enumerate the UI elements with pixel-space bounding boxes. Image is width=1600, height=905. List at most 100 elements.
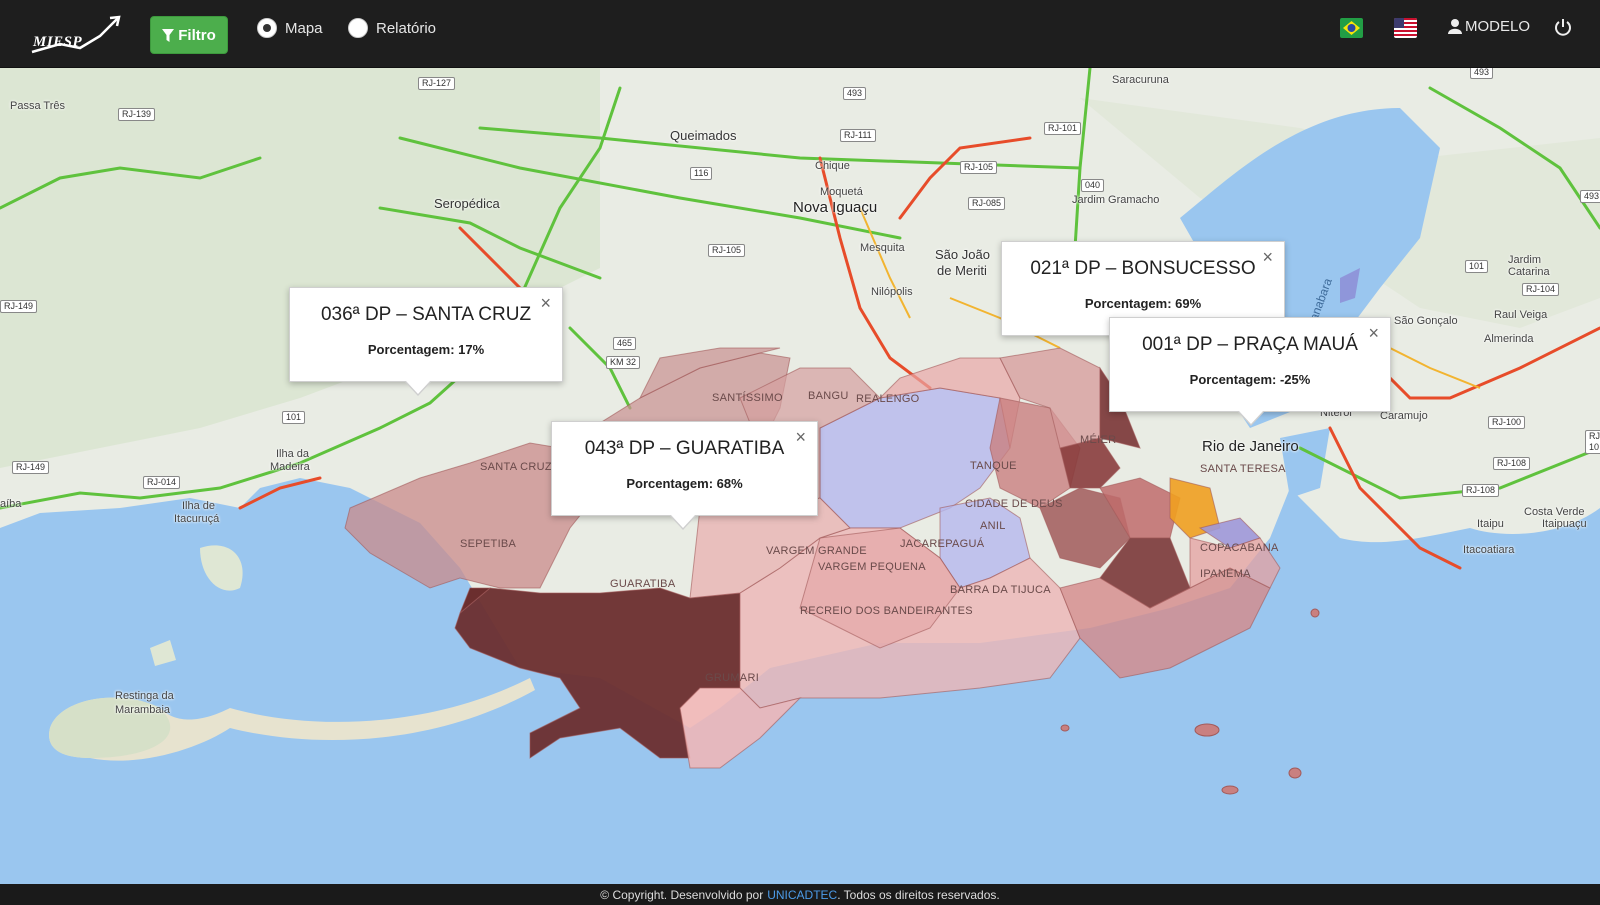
- popup-tail: [671, 515, 695, 528]
- popup-santa-cruz: × 036ª DP – SANTA CRUZ Porcentagem: 17%: [289, 287, 563, 396]
- district-label: REALENGO: [856, 393, 920, 405]
- view-option-report[interactable]: Relatório: [348, 18, 436, 38]
- place-label: Nilópolis: [871, 286, 913, 298]
- district-label: BARRA DA TIJUCA: [950, 584, 1051, 596]
- miesp-logo[interactable]: MIESP: [30, 12, 122, 56]
- view-option-map[interactable]: Mapa: [257, 18, 323, 38]
- district-label: SANTÍSSIMO: [712, 392, 783, 404]
- place-label: Mesquita: [860, 242, 905, 254]
- place-label: Marambaia: [115, 704, 171, 716]
- place-label: São Gonçalo: [1394, 315, 1458, 327]
- place-label: Queimados: [670, 128, 737, 143]
- footer-rights: . Todos os direitos reservados.: [837, 887, 1000, 902]
- road-shield: RJ-104: [1522, 283, 1560, 296]
- place-label: São João: [935, 247, 990, 262]
- place-label: Itacuruçá: [174, 513, 220, 525]
- road-shield: 493: [843, 87, 867, 100]
- district-label: COPACABANA: [1200, 542, 1279, 554]
- funnel-icon: [162, 28, 175, 42]
- place-label: Madeira: [270, 461, 310, 473]
- popup-title: 001ª DP – PRAÇA MAUÁ: [1142, 334, 1358, 355]
- map-canvas[interactable]: Passa Três Queimados Seropédica Nova Igu…: [0, 68, 1600, 884]
- popup-title: 043ª DP – GUARATIBA: [584, 438, 785, 459]
- district-label: CIDADE DE DEUS: [965, 498, 1063, 510]
- road-shield: RJ-105: [708, 244, 746, 257]
- road-shield: RJ-111: [840, 129, 876, 142]
- top-navbar: MIESP Filtro Mapa Relatório MODELO: [0, 0, 1600, 68]
- place-label: Catarina: [1508, 266, 1550, 278]
- district-label: IPANEMA: [1200, 568, 1251, 580]
- close-icon[interactable]: ×: [795, 428, 806, 446]
- popup-percentage: Porcentagem: 68%: [626, 476, 743, 491]
- road-shield: RJ-105: [960, 161, 998, 174]
- road-shield: 101: [282, 411, 306, 424]
- district-label: SEPETIBA: [460, 538, 517, 550]
- road-shield: RJ-108: [1493, 457, 1531, 470]
- place-label: Ilha da: [276, 448, 310, 460]
- footer: © Copyright. Desenvolvido por UNICADTEC.…: [0, 884, 1600, 905]
- popup-guaratiba: × 043ª DP – GUARATIBA Porcentagem: 68%: [551, 421, 818, 530]
- power-icon[interactable]: [1553, 17, 1573, 37]
- district-label: ANIL: [980, 520, 1006, 532]
- place-label: de Meriti: [937, 263, 987, 278]
- place-label: Raul Veiga: [1494, 309, 1548, 321]
- road-shield: RJ-101: [1044, 122, 1082, 135]
- place-label: Ilha de: [182, 500, 216, 512]
- popup-tail: [1239, 411, 1263, 424]
- place-label: aíba: [0, 498, 22, 510]
- usa-flag-icon[interactable]: [1394, 18, 1417, 38]
- radio-map[interactable]: [257, 18, 277, 38]
- district-label: RECREIO DOS BANDEIRANTES: [800, 605, 973, 617]
- close-icon[interactable]: ×: [1262, 248, 1273, 266]
- place-label: Restinga da: [115, 690, 174, 702]
- popup-tail: [406, 381, 430, 394]
- district-label: MÉIER: [1080, 434, 1117, 446]
- place-label: Passa Três: [10, 100, 66, 112]
- popup-percentage: Porcentagem: -25%: [1189, 372, 1311, 387]
- filter-button-label: Filtro: [178, 26, 216, 44]
- place-label: Jardim Gramacho: [1072, 194, 1160, 206]
- road-shield: RJ-149: [0, 300, 38, 313]
- place-label: Rio de Janeiro: [1202, 438, 1299, 455]
- place-label: Itacoatiara: [1463, 544, 1515, 556]
- popup-percentage: Porcentagem: 69%: [1084, 296, 1202, 311]
- road-shield: 493: [1470, 68, 1494, 79]
- radio-report[interactable]: [348, 18, 368, 38]
- place-label: Jardim: [1508, 254, 1542, 266]
- district-label: GUARATIBA: [610, 578, 676, 590]
- footer-link[interactable]: UNICADTEC: [767, 888, 837, 902]
- place-label: Saracuruna: [1112, 74, 1169, 86]
- popup-percentage: Porcentagem: 17%: [367, 342, 485, 357]
- place-label: Chique: [815, 160, 850, 172]
- popup-praca-maua: × 001ª DP – PRAÇA MAUÁ Porcentagem: -25%: [1109, 317, 1391, 426]
- close-icon[interactable]: ×: [1368, 324, 1379, 342]
- road-shield: RJ-085: [968, 197, 1006, 210]
- road-shield: KM 32: [606, 356, 641, 369]
- brazil-flag-icon[interactable]: [1340, 18, 1363, 38]
- district-label: JACAREPAGUÁ: [900, 538, 985, 550]
- road-shield: RJ-127: [418, 77, 456, 90]
- place-label: Costa Verde: [1524, 506, 1585, 518]
- district-label: BANGU: [808, 390, 849, 402]
- road-shield: RJ-149: [12, 461, 50, 474]
- radio-report-label: Relatório: [376, 19, 437, 37]
- road-shield: 116: [690, 167, 713, 180]
- place-label: Itaipu: [1477, 518, 1504, 530]
- filter-button[interactable]: Filtro: [150, 16, 228, 54]
- place-label: Almerinda: [1484, 333, 1534, 345]
- user-icon: [1448, 19, 1462, 34]
- close-icon[interactable]: ×: [540, 294, 551, 312]
- district-label: VARGEM PEQUENA: [818, 561, 926, 573]
- district-label: TANQUE: [970, 460, 1017, 472]
- place-label: Moquetá: [820, 186, 863, 198]
- district-label: VARGEM GRANDE: [766, 545, 867, 557]
- road-shield: 040: [1081, 179, 1105, 192]
- logo-text: MIESP: [33, 34, 83, 50]
- road-shield: RJ-100: [1488, 416, 1526, 429]
- popup-title: 036ª DP – SANTA CRUZ: [320, 304, 532, 325]
- district-label: SANTA CRUZ: [480, 461, 552, 473]
- place-label: Nova Iguaçu: [793, 199, 878, 216]
- user-menu[interactable]: MODELO: [1448, 18, 1530, 35]
- road-shield: 465: [613, 337, 637, 350]
- road-shield: RJ-139: [118, 108, 156, 121]
